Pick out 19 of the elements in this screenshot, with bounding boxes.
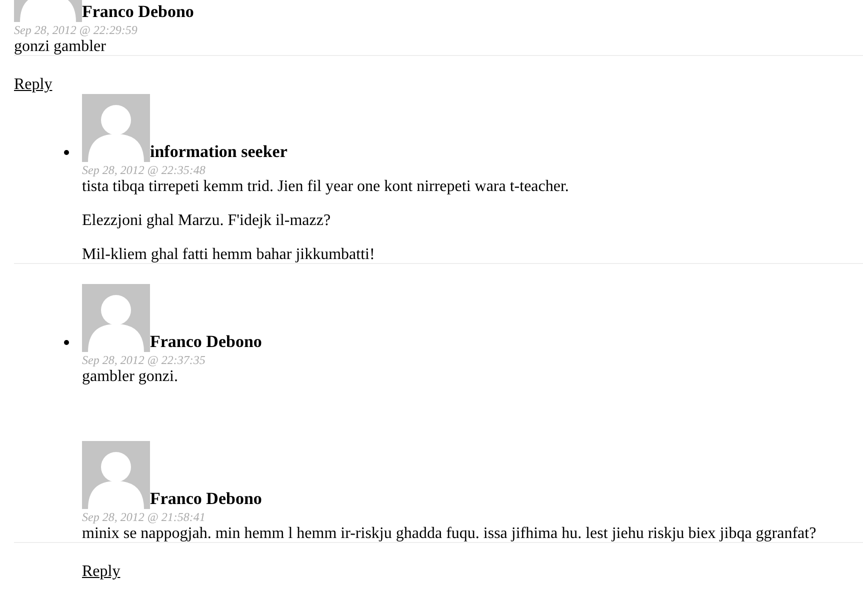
comment-text: minix se nappogjah. min hemm l hemm ir-riskju ghadda fuqu. issa jifhima hu. lest jiehu riskju biex jibqa ggranfat? bbox=[82, 525, 816, 542]
comment-text: gambler gonzi. bbox=[82, 368, 178, 385]
comment-date: Sep 28, 2012 @ 22:37:35 bbox=[82, 352, 206, 368]
avatar-icon bbox=[82, 94, 150, 162]
author-name: Franco Debono bbox=[150, 489, 262, 509]
comment-text: tista tibqa tirrepeti kemm trid. Jien fil year one kont nirrepeti wara t-teacher. bbox=[82, 178, 569, 195]
comment-text: Elezzjoni ghal Marzu. F'idejk il-mazz? bbox=[82, 212, 331, 229]
comment-date: Sep 28, 2012 @ 22:35:48 bbox=[82, 162, 206, 178]
reply-link[interactable]: Reply bbox=[82, 563, 120, 581]
avatar-icon bbox=[82, 441, 150, 509]
author-name: Franco Debono bbox=[82, 2, 194, 22]
comment-date: Sep 28, 2012 @ 21:58:41 bbox=[82, 509, 206, 525]
comment-date: Sep 28, 2012 @ 22:29:59 bbox=[14, 22, 138, 38]
author-name: information seeker bbox=[150, 142, 288, 162]
reply-link[interactable]: Reply bbox=[14, 76, 52, 94]
author-name: Franco Debono bbox=[150, 332, 262, 352]
comment-text: Mil-kliem ghal fatti hemm bahar jikkumbatti! bbox=[82, 246, 375, 263]
comment-text: gonzi gambler bbox=[14, 38, 106, 55]
avatar-icon bbox=[82, 284, 150, 352]
